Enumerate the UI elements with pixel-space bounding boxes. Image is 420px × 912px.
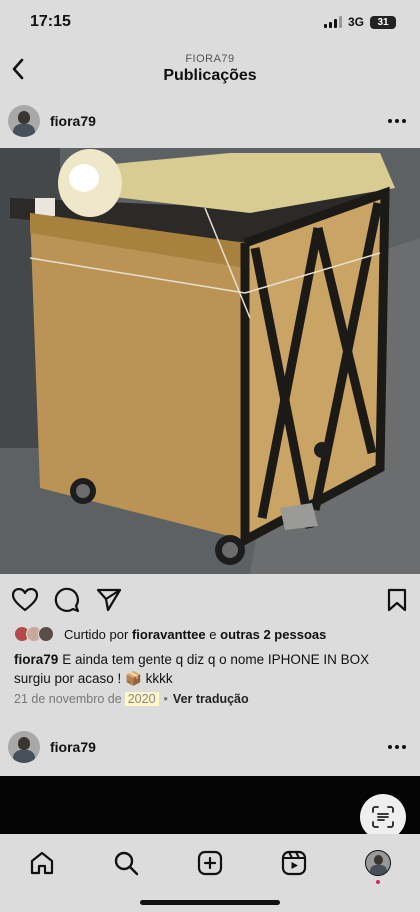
likes-summary[interactable]: Curtido por fioravanttee e outras 2 pess…: [14, 624, 326, 644]
caption-username[interactable]: fiora79: [14, 652, 58, 667]
home-indicator: [140, 900, 280, 905]
post-date: 21 de novembro de: [14, 692, 122, 706]
more-options-button[interactable]: [388, 119, 406, 123]
more-options-button[interactable]: [388, 745, 406, 749]
likes-conj: e: [209, 626, 217, 642]
likes-user[interactable]: fioravanttee: [132, 627, 206, 642]
next-post-header: fiora79: [0, 726, 420, 768]
post-image: [0, 148, 420, 574]
page-header: FIORA79 Publicações: [0, 44, 420, 94]
likes-prefix: Curtido por: [64, 626, 129, 642]
post-actions: [0, 584, 420, 616]
send-icon: [96, 588, 122, 612]
tab-home[interactable]: [22, 848, 62, 878]
more-horizontal-icon: [388, 745, 392, 749]
caption-text: E ainda tem gente q diz q o nome IPHONE …: [14, 652, 370, 686]
post-meta: 21 de novembro de 2020 • Ver tradução: [14, 690, 249, 708]
comment-icon: [54, 587, 80, 613]
status-indicators: 3G 31: [323, 15, 396, 29]
like-button[interactable]: [12, 588, 38, 612]
avatar[interactable]: [8, 731, 40, 763]
scan-text-icon: [372, 806, 394, 828]
signal-icon: [323, 16, 342, 28]
post-username[interactable]: fiora79: [50, 113, 388, 129]
liker-avatars: [14, 626, 62, 642]
notification-dot: [376, 880, 380, 884]
page-title: Publicações: [163, 67, 257, 84]
comment-button[interactable]: [54, 587, 80, 613]
post-photo[interactable]: [0, 148, 420, 574]
next-post-username[interactable]: fiora79: [50, 739, 388, 755]
tab-search[interactable]: [106, 848, 146, 878]
post-header: fiora79: [0, 100, 420, 142]
post-date-year: 2020: [124, 692, 159, 706]
see-translation-link[interactable]: Ver tradução: [173, 692, 249, 706]
heart-icon: [12, 588, 38, 612]
more-horizontal-icon: [388, 119, 392, 123]
profile-avatar: [365, 850, 391, 876]
search-icon: [114, 851, 139, 876]
save-button[interactable]: [386, 588, 408, 612]
status-bar: 17:15 3G 31: [0, 0, 420, 44]
reels-icon: [281, 850, 307, 876]
next-post-photo[interactable]: [0, 776, 420, 834]
avatar[interactable]: [8, 105, 40, 137]
plus-square-icon: [197, 850, 223, 876]
network-type: 3G: [347, 15, 364, 29]
post-caption: fiora79 E ainda tem gente q diz q o nome …: [14, 650, 408, 688]
likes-others[interactable]: outras 2 pessoas: [220, 627, 326, 642]
bookmark-icon: [387, 588, 407, 612]
tab-create[interactable]: [190, 848, 230, 878]
header-account: FIORA79: [185, 53, 235, 65]
meta-separator: •: [163, 692, 168, 706]
tab-reels[interactable]: [274, 848, 314, 878]
battery-icon: 31: [370, 15, 396, 29]
status-time: 17:15: [30, 13, 71, 30]
home-icon: [30, 851, 54, 875]
share-button[interactable]: [96, 588, 122, 612]
tab-profile[interactable]: [358, 848, 398, 884]
